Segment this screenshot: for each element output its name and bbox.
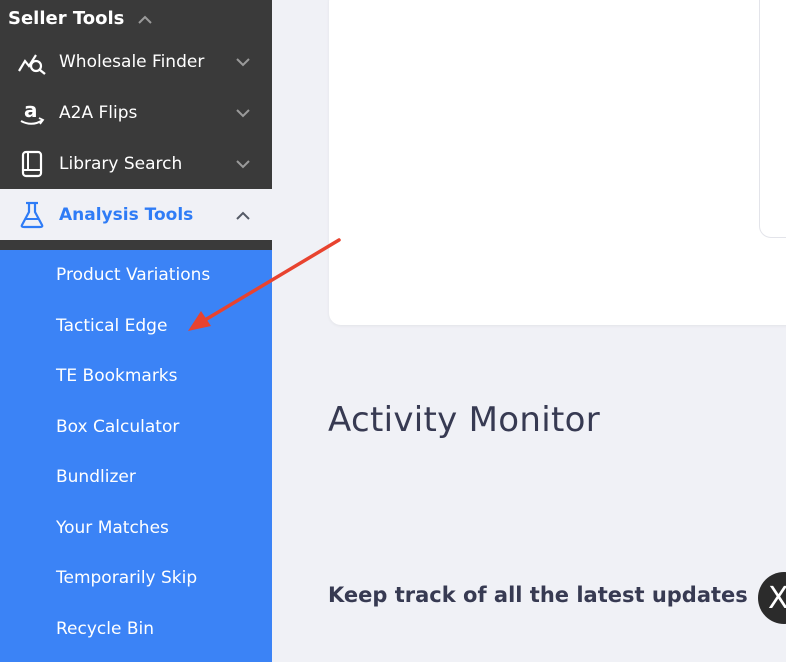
sidebar-item-label: Analysis Tools bbox=[59, 204, 194, 225]
submenu-item-recycle-bin[interactable]: Recycle Bin bbox=[0, 604, 272, 655]
submenu-item-your-matches[interactable]: Your Matches bbox=[0, 503, 272, 554]
sidebar: Seller Tools Wholesale Finder a A2A Flip… bbox=[0, 0, 272, 662]
chart-search-icon bbox=[16, 46, 48, 78]
submenu-item-bundlizer[interactable]: Bundlizer bbox=[0, 452, 272, 503]
main-content: Activity Monitor Keep track of all the l… bbox=[272, 0, 786, 662]
sidebar-header-seller-tools[interactable]: Seller Tools bbox=[0, 0, 272, 36]
page-title: Activity Monitor bbox=[328, 400, 601, 440]
submenu-item-product-variations[interactable]: Product Variations bbox=[0, 250, 272, 301]
submenu-item-tactical-edge[interactable]: Tactical Edge bbox=[0, 301, 272, 352]
sidebar-item-library-search[interactable]: Library Search bbox=[0, 138, 272, 189]
chevron-up-icon bbox=[138, 8, 153, 29]
sidebar-item-analysis-tools[interactable]: Analysis Tools bbox=[0, 189, 272, 240]
submenu-item-temporarily-skip[interactable]: Temporarily Skip bbox=[0, 553, 272, 604]
chevron-down-icon bbox=[236, 52, 250, 72]
close-button[interactable]: X bbox=[758, 572, 786, 624]
submenu-item-te-bookmarks[interactable]: TE Bookmarks bbox=[0, 351, 272, 402]
close-icon: X bbox=[768, 580, 786, 616]
amazon-icon: a bbox=[16, 97, 48, 129]
chevron-down-icon bbox=[236, 103, 250, 123]
sidebar-item-a2a-flips[interactable]: a A2A Flips bbox=[0, 87, 272, 138]
sidebar-item-wholesale-finder[interactable]: Wholesale Finder bbox=[0, 36, 272, 87]
inner-card bbox=[759, 0, 786, 238]
sidebar-item-label: Wholesale Finder bbox=[59, 51, 205, 72]
chevron-down-icon bbox=[236, 154, 250, 174]
analysis-tools-submenu: Product Variations Tactical Edge TE Book… bbox=[0, 250, 272, 662]
chevron-up-icon bbox=[236, 205, 250, 225]
submenu-item-box-calculator[interactable]: Box Calculator bbox=[0, 402, 272, 453]
content-card bbox=[329, 0, 786, 325]
sidebar-header-label: Seller Tools bbox=[8, 7, 125, 29]
section-subtitle: Keep track of all the latest updates bbox=[328, 583, 748, 607]
sidebar-item-label: A2A Flips bbox=[59, 102, 138, 123]
book-icon bbox=[16, 148, 48, 180]
svg-text:a: a bbox=[24, 98, 38, 122]
flask-icon bbox=[16, 199, 48, 231]
sidebar-item-label: Library Search bbox=[59, 153, 183, 174]
